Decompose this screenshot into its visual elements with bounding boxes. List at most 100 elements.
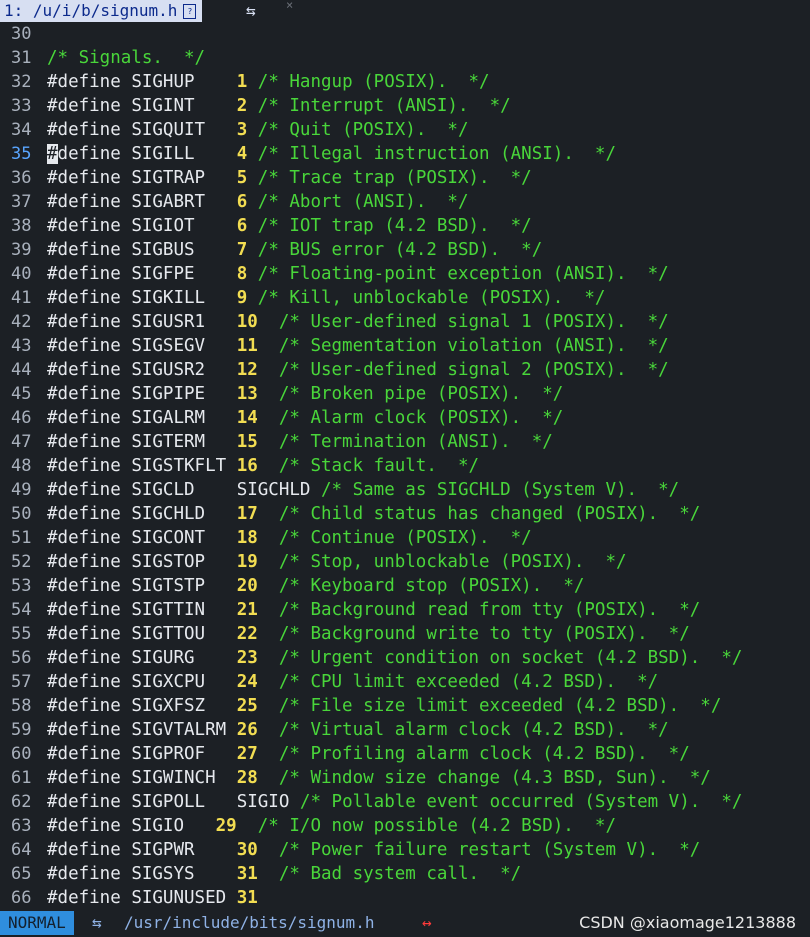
code-line[interactable]: 36 #define SIGTRAP 5 /* Trace trap (POSIX… [0, 166, 810, 190]
code-line[interactable]: 39 #define SIGBUS 7 /* BUS error (4.2 BSD… [0, 238, 810, 262]
code-line[interactable]: 60 #define SIGPROF 27 /* Profiling alarm … [0, 742, 810, 766]
tab-close-icon[interactable]: × [286, 0, 293, 12]
code-line[interactable]: 35 #define SIGILL 4 /* Illegal instructio… [0, 142, 810, 166]
macro-value: 12 [236, 360, 258, 380]
line-number: 54 [11, 600, 32, 620]
macro-name: SIGUNUSED [131, 888, 227, 908]
tab-title: /u/i/b/signum.h [32, 1, 178, 20]
code-line[interactable]: 66 #define SIGUNUSED 31 [0, 886, 810, 910]
line-number: 34 [11, 120, 32, 140]
code-line[interactable]: 54 #define SIGTTIN 21 /* Background read … [0, 598, 810, 622]
code-line[interactable]: 38 #define SIGIOT 6 /* IOT trap (4.2 BSD)… [0, 214, 810, 238]
code-line[interactable]: 43 #define SIGSEGV 11 /* Segmentation vio… [0, 334, 810, 358]
macro-value: 17 [236, 504, 258, 524]
macro-name: SIGSTOP [131, 552, 206, 572]
code-line[interactable]: 44 #define SIGUSR2 12 /* User-defined sig… [0, 358, 810, 382]
macro-value: 29 [215, 816, 237, 836]
code-line[interactable]: 58 #define SIGXFSZ 25 /* File size limit … [0, 694, 810, 718]
code-line[interactable]: 32 #define SIGHUP 1 /* Hangup (POSIX). */ [0, 70, 810, 94]
define-directive: #define [47, 120, 121, 140]
macro-value: SIGIO [236, 792, 290, 812]
macro-name: SIGIOT [131, 216, 195, 236]
line-text: #define SIGINT 2 /* Interrupt (ANSI). */ [47, 94, 511, 118]
code-line[interactable]: 62 #define SIGPOLL SIGIO /* Pollable even… [0, 790, 810, 814]
code-line[interactable]: 42 #define SIGUSR1 10 /* User-defined sig… [0, 310, 810, 334]
code-line[interactable]: 46 #define SIGALRM 14 /* Alarm clock (POS… [0, 406, 810, 430]
line-text: #define SIGTTIN 21 /* Background read fr… [47, 598, 700, 622]
code-line[interactable]: 53 #define SIGTSTP 20 /* Keyboard stop (P… [0, 574, 810, 598]
code-line[interactable]: 41 #define SIGKILL 9 /* Kill, unblockable… [0, 286, 810, 310]
comment: /* File size limit exceeded (4.2 BSD). *… [278, 696, 722, 716]
line-number: 45 [11, 384, 32, 404]
code-line[interactable]: 61 #define SIGWINCH 28 /* Window size cha… [0, 766, 810, 790]
code-line[interactable]: 37 #define SIGABRT 6 /* Abort (ANSI). */ [0, 190, 810, 214]
define-directive: #define [47, 720, 121, 740]
code-line[interactable]: 31 /* Signals. */ [0, 46, 810, 70]
macro-name: SIGTTOU [131, 624, 206, 644]
define-directive: #define [47, 528, 121, 548]
macro-value: 19 [236, 552, 258, 572]
code-line[interactable]: 56 #define SIGURG 23 /* Urgent condition … [0, 646, 810, 670]
line-text: #define SIGKILL 9 /* Kill, unblockable (… [47, 286, 605, 310]
line-number: 50 [11, 504, 32, 524]
macro-name: SIGFPE [131, 264, 195, 284]
define-directive: #define [47, 816, 121, 836]
macro-value: 23 [236, 648, 258, 668]
tab-signum[interactable]: 1: /u/i/b/signum.h ? [0, 0, 203, 22]
macro-name: SIGPWR [131, 840, 195, 860]
line-number: 43 [11, 336, 32, 356]
code-line[interactable]: 64 #define SIGPWR 30 /* Power failure res… [0, 838, 810, 862]
macro-name: SIGTERM [131, 432, 206, 452]
macro-name: SIGKILL [131, 288, 206, 308]
line-text: #define SIGILL 4 /* Illegal instruction … [47, 142, 616, 166]
macro-name: SIGXFSZ [131, 696, 206, 716]
macro-name: SIGPOLL [131, 792, 206, 812]
comment: /* IOT trap (4.2 BSD). */ [257, 216, 532, 236]
tab-line: 1: /u/i/b/signum.h ? ⇆ × [0, 0, 810, 22]
fileformat-arrows-icon: ⇆ [92, 913, 102, 932]
code-line[interactable]: 48 #define SIGSTKFLT 16 /* Stack fault. *… [0, 454, 810, 478]
line-number: 42 [11, 312, 32, 332]
macro-value: 31 [236, 888, 258, 908]
macro-value: 1 [236, 72, 248, 92]
line-text: #define SIGUSR1 10 /* User-defined signa… [47, 310, 669, 334]
comment: /* Abort (ANSI). */ [257, 192, 469, 212]
code-line[interactable]: 50 #define SIGCHLD 17 /* Child status has… [0, 502, 810, 526]
define-directive: #define [47, 216, 121, 236]
comment: /* Kill, unblockable (POSIX). */ [257, 288, 606, 308]
code-line[interactable]: 59 #define SIGVTALRM 26 /* Virtual alarm … [0, 718, 810, 742]
code-line[interactable]: 55 #define SIGTTOU 22 /* Background write… [0, 622, 810, 646]
macro-value: 18 [236, 528, 258, 548]
code-line[interactable]: 57 #define SIGXCPU 24 /* CPU limit exceed… [0, 670, 810, 694]
macro-name: SIGBUS [131, 240, 195, 260]
code-line[interactable]: 40 #define SIGFPE 8 /* Floating-point exc… [0, 262, 810, 286]
line-text: #define SIGPOLL SIGIO /* Pollable event … [47, 790, 742, 814]
macro-value: 16 [236, 456, 258, 476]
code-line[interactable]: 30 [0, 22, 810, 46]
macro-name: SIGINT [131, 96, 195, 116]
code-line[interactable]: 65 #define SIGSYS 31 /* Bad system call. … [0, 862, 810, 886]
comment: /* Continue (POSIX). */ [278, 528, 532, 548]
code-line[interactable]: 33 #define SIGINT 2 /* Interrupt (ANSI). … [0, 94, 810, 118]
code-line[interactable]: 52 #define SIGSTOP 19 /* Stop, unblockabl… [0, 550, 810, 574]
macro-name: SIGCLD [131, 480, 195, 500]
code-line[interactable]: 51 #define SIGCONT 18 /* Continue (POSIX)… [0, 526, 810, 550]
macro-name: SIGTSTP [131, 576, 206, 596]
macro-name: SIGUSR1 [131, 312, 206, 332]
line-number: 39 [11, 240, 32, 260]
define-directive: #define [47, 408, 121, 428]
comment: /* Hangup (POSIX). */ [257, 72, 490, 92]
macro-name: SIGHUP [131, 72, 195, 92]
define-directive: #define [47, 648, 121, 668]
comment: /* Broken pipe (POSIX). */ [278, 384, 564, 404]
macro-value: 20 [236, 576, 258, 596]
code-line[interactable]: 63 #define SIGIO 29 /* I/O now possible (… [0, 814, 810, 838]
line-number: 40 [11, 264, 32, 284]
macro-value: 21 [236, 600, 258, 620]
code-line[interactable]: 47 #define SIGTERM 15 /* Termination (ANS… [0, 430, 810, 454]
code-line[interactable]: 34 #define SIGQUIT 3 /* Quit (POSIX). */ [0, 118, 810, 142]
macro-name: SIGILL [131, 144, 195, 164]
macro-name: SIGABRT [131, 192, 206, 212]
code-line[interactable]: 49 #define SIGCLD SIGCHLD /* Same as SIGC… [0, 478, 810, 502]
code-line[interactable]: 45 #define SIGPIPE 13 /* Broken pipe (POS… [0, 382, 810, 406]
